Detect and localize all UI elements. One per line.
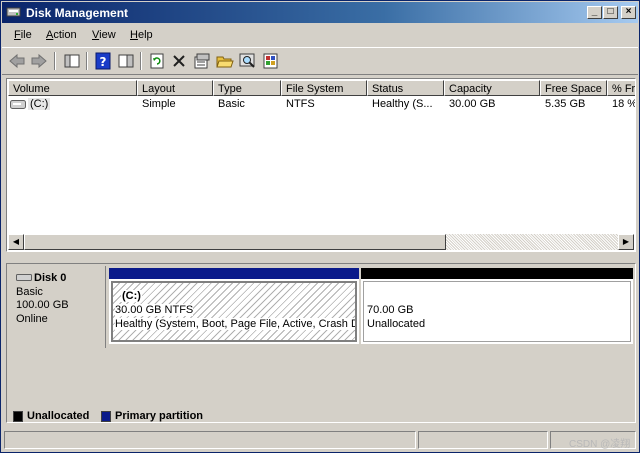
maximize-icon: □ <box>607 6 614 17</box>
minimize-button[interactable]: _ <box>587 6 602 19</box>
partition-size-fs: 30.00 GB NTFS <box>115 304 194 316</box>
legend-label-primary: Primary partition <box>115 410 204 422</box>
console-tree-icon[interactable] <box>63 52 81 70</box>
menu-file[interactable]: File <box>14 29 32 41</box>
partition-size: 70.00 GB <box>367 304 414 316</box>
scroll-thumb[interactable] <box>24 234 446 250</box>
disk-management-app-icon <box>6 7 21 17</box>
disk-icon <box>16 274 32 281</box>
watermark: CSDN @凌翔 <box>569 439 631 450</box>
status-bar <box>2 429 638 451</box>
toolbar: ? <box>2 47 638 75</box>
menu-view[interactable]: View <box>92 29 116 41</box>
delete-icon[interactable] <box>170 52 188 70</box>
status-panel-2 <box>418 431 548 449</box>
volume-row[interactable]: (C:) Simple Basic NTFS Healthy (S... 30.… <box>8 97 636 113</box>
menu-help[interactable]: Help <box>130 29 153 41</box>
title-bar[interactable]: Disk Management _ □ × <box>2 2 638 23</box>
partition-label: (C:) <box>121 290 142 302</box>
cell-free-space: 5.35 GB <box>545 98 586 110</box>
disk-size: 100.00 GB <box>16 299 69 311</box>
close-icon: × <box>625 6 632 17</box>
legend-swatch-unallocated <box>13 411 23 422</box>
svg-text:?: ? <box>100 55 107 69</box>
back-arrow-icon[interactable] <box>8 52 26 70</box>
legend-label-unallocated: Unallocated <box>27 410 90 422</box>
column-header-status[interactable]: Status <box>367 80 444 96</box>
legend-swatch-primary <box>101 411 111 422</box>
cell-layout: Simple <box>142 98 176 110</box>
scroll-right-icon: ▶ <box>622 237 630 246</box>
column-header-percent-free[interactable]: % Fr <box>607 80 635 96</box>
volume-list: Volume Layout Type File System Status Ca… <box>6 78 636 252</box>
toolbar-separator <box>86 52 88 70</box>
disk-type: Basic <box>16 286 43 298</box>
help-icon[interactable]: ? <box>94 52 112 70</box>
scroll-left-icon: ◀ <box>12 237 20 246</box>
export-icon[interactable] <box>262 52 280 70</box>
disk-management-window: Disk Management _ □ × File Action View H… <box>0 0 640 453</box>
open-folder-icon[interactable] <box>216 52 234 70</box>
legend: Unallocated Primary partition <box>6 407 636 425</box>
forward-arrow-icon[interactable] <box>30 52 48 70</box>
disk-state: Online <box>16 313 48 325</box>
toolbar-separator <box>54 52 56 70</box>
column-header-capacity[interactable]: Capacity <box>444 80 540 96</box>
toolbar-separator <box>140 52 142 70</box>
cell-status: Healthy (S... <box>372 98 433 110</box>
disk-name: Disk 0 <box>34 272 67 284</box>
cell-volume: (C:) <box>28 98 51 110</box>
drive-icon <box>10 100 26 109</box>
partition-color-bar <box>109 268 359 279</box>
column-header-row: Volume Layout Type File System Status Ca… <box>8 80 635 96</box>
column-header-file-system[interactable]: File System <box>281 80 367 96</box>
partition-color-bar <box>361 268 633 279</box>
properties-panel-icon[interactable] <box>117 52 135 70</box>
menu-action[interactable]: Action <box>46 29 77 41</box>
scroll-right-button[interactable]: ▶ <box>618 234 634 250</box>
partition-unallocated[interactable]: 70.00 GB Unallocated <box>361 268 633 344</box>
window-title: Disk Management <box>26 6 129 20</box>
graphical-disk-view: Disk 0 Basic 100.00 GB Online (C:) 30.00… <box>6 263 636 423</box>
scroll-track[interactable] <box>446 234 618 250</box>
cell-capacity: 30.00 GB <box>449 98 496 110</box>
cell-type: Basic <box>218 98 245 110</box>
minimize-icon: _ <box>591 6 598 17</box>
close-button[interactable]: × <box>621 6 636 19</box>
partition-status: Healthy (System, Boot, Page File, Active… <box>115 318 355 330</box>
disk-info-panel[interactable]: Disk 0 Basic 100.00 GB Online <box>9 266 106 348</box>
search-icon[interactable] <box>239 52 257 70</box>
cell-file-system: NTFS <box>286 98 315 110</box>
properties-icon[interactable] <box>193 52 211 70</box>
status-panel-main <box>4 431 416 449</box>
menu-bar: File Action View Help <box>2 25 638 45</box>
partition-status: Unallocated <box>367 318 426 330</box>
partition-c[interactable]: (C:) 30.00 GB NTFS Healthy (System, Boot… <box>109 268 359 344</box>
column-header-layout[interactable]: Layout <box>137 80 213 96</box>
cell-percent-free: 18 % <box>612 98 636 110</box>
column-header-type[interactable]: Type <box>213 80 281 96</box>
scroll-left-button[interactable]: ◀ <box>8 234 24 250</box>
maximize-button[interactable]: □ <box>603 6 618 19</box>
column-header-volume[interactable]: Volume <box>8 80 137 96</box>
column-header-free-space[interactable]: Free Space <box>540 80 607 96</box>
horizontal-scrollbar[interactable]: ◀ ▶ <box>8 234 634 250</box>
refresh-icon[interactable] <box>148 52 166 70</box>
